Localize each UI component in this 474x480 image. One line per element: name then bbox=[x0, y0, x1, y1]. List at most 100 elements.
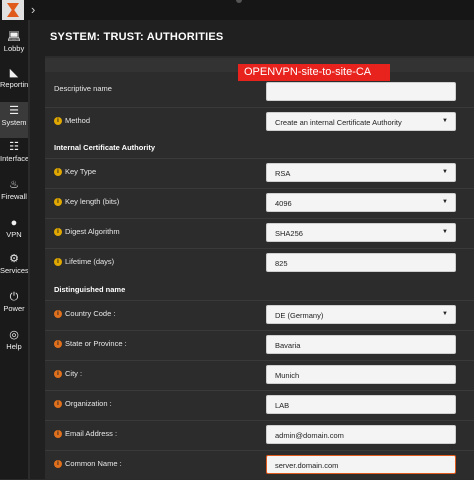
row-organization: i Organization : LAB bbox=[45, 391, 474, 420]
info-icon[interactable]: i bbox=[54, 310, 62, 319]
row-key-length: i Key length (bits) 4096 ▼ bbox=[45, 189, 474, 218]
row-digest: i Digest Algorithm SHA256 ▼ bbox=[45, 219, 474, 248]
state-label-wrap: i State or Province : bbox=[54, 339, 127, 349]
section-distinguished-name-label: Distinguished name bbox=[54, 285, 126, 294]
city-value: Munich bbox=[275, 371, 300, 380]
country-label-wrap: i Country Code : bbox=[54, 309, 116, 319]
sidebar-item-label: Power bbox=[3, 304, 25, 313]
laptop-icon: 💻︎ bbox=[7, 31, 21, 43]
email-label: Email Address : bbox=[65, 429, 118, 438]
sidebar-item-power[interactable]: ⏻ Power bbox=[0, 288, 28, 324]
area-chart-icon: ◣ bbox=[9, 67, 19, 79]
descriptive-name-value: OPENVPN-site-to-site-CA bbox=[244, 66, 372, 78]
city-label: City : bbox=[65, 369, 83, 378]
sidebar-item-label: Services bbox=[0, 266, 28, 275]
sidebar-item-services[interactable]: ⚙ Services bbox=[0, 250, 28, 286]
digest-label: Digest Algorithm bbox=[65, 227, 120, 236]
city-input[interactable]: Munich bbox=[266, 365, 456, 384]
chevron-right-icon[interactable]: › bbox=[31, 2, 35, 17]
key-type-value: RSA bbox=[275, 169, 291, 178]
caret-down-icon: ▼ bbox=[442, 118, 448, 124]
info-icon[interactable]: i bbox=[54, 370, 62, 379]
caret-down-icon: ▼ bbox=[442, 229, 448, 235]
state-label: State or Province : bbox=[65, 339, 127, 348]
key-length-label: Key length (bits) bbox=[65, 197, 120, 206]
row-state: i State or Province : Bavaria bbox=[45, 331, 474, 360]
descriptive-name-value-highlight[interactable]: OPENVPN-site-to-site-CA bbox=[238, 64, 390, 81]
row-country: i Country Code : DE (Germany) ▼ bbox=[45, 301, 474, 330]
top-indicator bbox=[236, 0, 242, 3]
info-icon[interactable]: i bbox=[54, 430, 62, 439]
common-name-value: server.domain.com bbox=[275, 461, 339, 470]
section-internal-ca: Internal Certificate Authority bbox=[45, 136, 474, 158]
section-distinguished-name: Distinguished name bbox=[45, 278, 474, 300]
lifetime-input[interactable]: 825 bbox=[266, 253, 456, 272]
country-label: Country Code : bbox=[65, 309, 116, 318]
page-title: SYSTEM: TRUST: AUTHORITIES bbox=[50, 31, 224, 43]
email-input[interactable]: admin@domain.com bbox=[266, 425, 456, 444]
info-icon[interactable]: i bbox=[54, 228, 62, 237]
sidebar-item-label: Firewall bbox=[1, 192, 27, 201]
sidebar-item-label: Lobby bbox=[3, 44, 25, 53]
common-name-input[interactable]: server.domain.com bbox=[266, 455, 456, 474]
fire-icon: ♨ bbox=[9, 179, 19, 191]
key-length-value: 4096 bbox=[275, 199, 292, 208]
organization-label-wrap: i Organization : bbox=[54, 399, 112, 409]
globe-icon: ● bbox=[10, 217, 18, 229]
sidebar-item-reporting[interactable]: ◣ Reporting bbox=[0, 64, 28, 100]
info-icon[interactable]: i bbox=[54, 340, 62, 349]
sitemap-icon: ☷ bbox=[9, 141, 19, 153]
digest-value: SHA256 bbox=[275, 229, 303, 238]
row-email: i Email Address : admin@domain.com bbox=[45, 421, 474, 450]
sidebar-item-lobby[interactable]: 💻︎ Lobby bbox=[0, 28, 28, 64]
organization-label: Organization : bbox=[65, 399, 112, 408]
sidebar-item-system[interactable]: ☰ System bbox=[0, 102, 28, 138]
sidebar: 💻︎ Lobby ◣ Reporting ☰ System ☷ Interfac… bbox=[0, 20, 28, 479]
descriptive-name-input[interactable] bbox=[266, 82, 456, 101]
caret-down-icon: ▼ bbox=[442, 311, 448, 317]
sidebar-item-help[interactable]: ◎ Help bbox=[0, 326, 28, 362]
caret-down-icon: ▼ bbox=[442, 199, 448, 205]
lifebuoy-icon: ◎ bbox=[9, 329, 19, 341]
descriptive-name-label: Descriptive name bbox=[54, 84, 112, 93]
info-icon[interactable]: i bbox=[54, 400, 62, 409]
server-icon: ☰ bbox=[9, 105, 19, 117]
lifetime-label-wrap: i Lifetime (days) bbox=[54, 257, 114, 267]
method-select[interactable]: Create an internal Certificate Authority… bbox=[266, 112, 456, 131]
key-length-select[interactable]: 4096 ▼ bbox=[266, 193, 456, 212]
info-icon[interactable]: i bbox=[54, 117, 62, 126]
key-type-label: Key Type bbox=[65, 167, 97, 176]
lifetime-value: 825 bbox=[275, 259, 288, 268]
info-icon[interactable]: i bbox=[54, 258, 62, 267]
key-type-select[interactable]: RSA ▼ bbox=[266, 163, 456, 182]
sidebar-item-vpn[interactable]: ● VPN bbox=[0, 214, 28, 250]
key-length-label-wrap: i Key length (bits) bbox=[54, 197, 120, 207]
info-icon[interactable]: i bbox=[54, 168, 62, 177]
row-common-name: i Common Name : server.domain.com bbox=[45, 451, 474, 480]
row-lifetime: i Lifetime (days) 825 bbox=[45, 249, 474, 278]
gears-icon: ⚙ bbox=[9, 253, 19, 265]
email-value: admin@domain.com bbox=[275, 431, 344, 440]
row-key-type: i Key Type RSA ▼ bbox=[45, 159, 474, 188]
info-icon[interactable]: i bbox=[54, 460, 62, 469]
email-label-wrap: i Email Address : bbox=[54, 429, 118, 439]
state-value: Bavaria bbox=[275, 341, 301, 350]
digest-label-wrap: i Digest Algorithm bbox=[54, 227, 120, 237]
country-value: DE (Germany) bbox=[275, 311, 324, 320]
opnsense-logo[interactable] bbox=[2, 0, 24, 20]
state-input[interactable]: Bavaria bbox=[266, 335, 456, 354]
info-icon[interactable]: i bbox=[54, 198, 62, 207]
organization-input[interactable]: LAB bbox=[266, 395, 456, 414]
row-city: i City : Munich bbox=[45, 361, 474, 390]
method-label-wrap: i Method bbox=[54, 116, 91, 126]
digest-select[interactable]: SHA256 ▼ bbox=[266, 223, 456, 242]
sidebar-item-firewall[interactable]: ♨ Firewall bbox=[0, 176, 28, 212]
main-content: SYSTEM: TRUST: AUTHORITIES Descriptive n… bbox=[30, 20, 474, 479]
organization-value: LAB bbox=[275, 401, 290, 410]
method-label: Method bbox=[65, 116, 91, 125]
caret-down-icon: ▼ bbox=[442, 169, 448, 175]
common-name-label-wrap: i Common Name : bbox=[54, 459, 122, 469]
sidebar-item-interfaces[interactable]: ☷ Interfaces bbox=[0, 138, 28, 174]
country-select[interactable]: DE (Germany) ▼ bbox=[266, 305, 456, 324]
sidebar-item-label: Interfaces bbox=[0, 154, 28, 163]
